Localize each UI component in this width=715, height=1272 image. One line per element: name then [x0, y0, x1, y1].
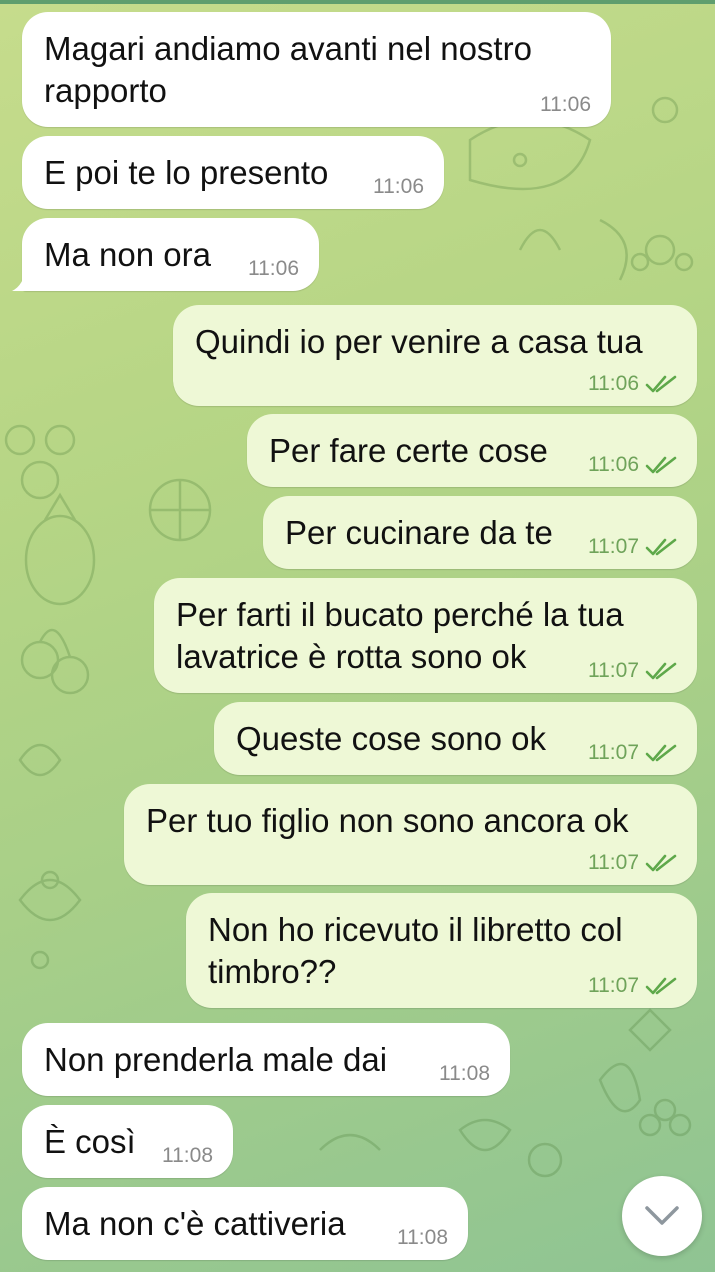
- message-time: 11:07: [588, 659, 639, 682]
- message-meta: 11:07: [588, 851, 677, 875]
- bubble-tail: [12, 267, 38, 291]
- double-check-icon: [645, 456, 677, 474]
- message-time: 11:06: [373, 175, 424, 198]
- incoming-message[interactable]: Ma non ora 11:06: [22, 218, 319, 291]
- outgoing-message[interactable]: Per tuo figlio non sono ancora ok 11:07: [124, 784, 697, 885]
- double-check-icon: [645, 977, 677, 995]
- message-time: 11:07: [588, 851, 639, 874]
- message-meta: 11:06: [248, 257, 299, 281]
- message-meta: 11:08: [439, 1062, 490, 1086]
- message-time: 11:06: [588, 453, 639, 476]
- message-text: Ma non c'è cattiveria: [44, 1205, 346, 1242]
- double-check-icon: [645, 538, 677, 556]
- message-text: Per fare certe cose: [269, 432, 548, 469]
- message-time: 11:07: [588, 535, 639, 558]
- message-text: Per tuo figlio non sono ancora ok: [146, 802, 629, 839]
- outgoing-message[interactable]: Per farti il bucato perché la tua lavatr…: [154, 578, 697, 693]
- message-text: Ma non ora: [44, 236, 211, 273]
- chevron-down-icon: [645, 1206, 679, 1225]
- message-meta: 11:07: [588, 535, 677, 559]
- message-meta: 11:06: [588, 372, 677, 396]
- message-time: 11:08: [162, 1144, 213, 1167]
- outgoing-message[interactable]: Queste cose sono ok 11:07: [214, 702, 697, 775]
- message-meta: 11:06: [540, 93, 591, 117]
- message-meta: 11:07: [588, 659, 677, 683]
- message-text: Per farti il bucato perché la tua lavatr…: [176, 596, 624, 675]
- message-time: 11:06: [588, 372, 639, 395]
- message-meta: 11:07: [588, 741, 677, 765]
- incoming-message[interactable]: Magari andiamo avanti nel nostro rapport…: [22, 12, 611, 127]
- message-text: Per cucinare da te: [285, 514, 553, 551]
- message-text: E poi te lo presento: [44, 154, 329, 191]
- message-meta: 11:07: [588, 974, 677, 998]
- message-meta: 11:06: [588, 453, 677, 477]
- incoming-message[interactable]: Non prenderla male dai 11:08: [22, 1023, 510, 1096]
- outgoing-message[interactable]: Per fare certe cose 11:06: [247, 414, 697, 487]
- message-text: Non ho ricevuto il libretto col timbro??: [208, 911, 623, 990]
- message-time: 11:08: [397, 1226, 448, 1249]
- double-check-icon: [645, 854, 677, 872]
- outgoing-message[interactable]: Quindi io per venire a casa tua 11:06: [173, 305, 697, 406]
- message-time: 11:06: [248, 257, 299, 280]
- message-text: Queste cose sono ok: [236, 720, 547, 757]
- double-check-icon: [645, 744, 677, 762]
- scroll-down-button[interactable]: [622, 1176, 702, 1256]
- incoming-message[interactable]: È così 11:08: [22, 1105, 233, 1178]
- outgoing-message[interactable]: Non ho ricevuto il libretto col timbro??…: [186, 893, 697, 1008]
- double-check-icon: [645, 375, 677, 393]
- message-time: 11:07: [588, 974, 639, 997]
- message-meta: 11:06: [373, 175, 424, 199]
- message-time: 11:08: [439, 1062, 490, 1085]
- message-text: Magari andiamo avanti nel nostro rapport…: [44, 30, 532, 109]
- incoming-message[interactable]: Ma non c'è cattiveria 11:08: [22, 1187, 468, 1260]
- message-text: Quindi io per venire a casa tua: [195, 323, 643, 360]
- message-meta: 11:08: [162, 1144, 213, 1168]
- message-time: 11:07: [588, 741, 639, 764]
- double-check-icon: [645, 662, 677, 680]
- outgoing-message[interactable]: Per cucinare da te 11:07: [263, 496, 697, 569]
- message-meta: 11:08: [397, 1226, 448, 1250]
- incoming-message[interactable]: E poi te lo presento 11:06: [22, 136, 444, 209]
- message-text: Non prenderla male dai: [44, 1041, 388, 1078]
- message-time: 11:06: [540, 93, 591, 116]
- message-text: È così: [44, 1123, 136, 1160]
